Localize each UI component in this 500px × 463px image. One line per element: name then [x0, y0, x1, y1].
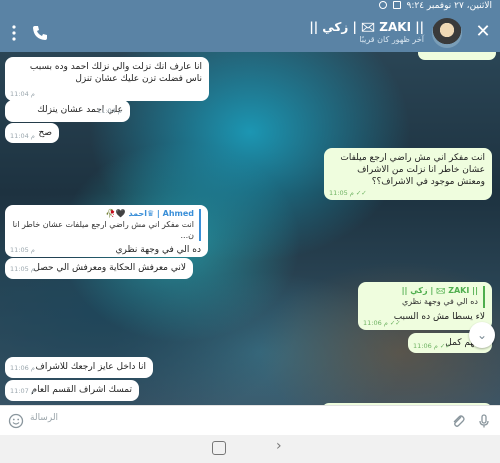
message-bubble-reply[interactable]: Ahmed | ♛احمد 🖤🥀 انت مفكر اني مش راضي ار…	[5, 205, 208, 257]
time-label: 11:05 م	[329, 189, 354, 198]
time-label: 11:06 م	[363, 319, 388, 328]
message-bubble-reply[interactable]: || ZAKI 🖂 | زكي || ده الي في وجهة نظري ل…	[358, 282, 492, 330]
mic-icon[interactable]	[476, 413, 492, 429]
message-bubble[interactable]: لاني معرفش الحكاية ومعرفش الي حصل 11:05 …	[5, 258, 193, 279]
double-check-icon: ✓✓	[439, 342, 451, 351]
attach-icon[interactable]	[450, 413, 466, 429]
message-composer: الرسالة	[0, 405, 500, 435]
status-date-time: الاثنين، ٢٧ نوفمبر ٩:٢٤	[406, 1, 492, 11]
home-square-icon[interactable]	[212, 441, 226, 455]
message-time: 11:07 م	[10, 387, 35, 396]
message-text: انا عارف انك نزلت والي نزلك احمد وده بسب…	[29, 62, 202, 85]
message-time: 11:05 م	[10, 246, 35, 255]
close-icon[interactable]: ✕	[472, 21, 494, 43]
quote-text: ده الي في وجهة نظري	[402, 296, 478, 306]
message-time: 11:05 م	[10, 265, 35, 274]
time-label: 11:06 م	[413, 342, 438, 351]
avatar[interactable]	[432, 18, 462, 48]
status-bar: الاثنين، ٢٧ نوفمبر ٩:٢٤	[0, 0, 500, 14]
notification-icon	[378, 1, 387, 9]
message-time: 11:04 م	[10, 132, 35, 141]
quote-author: Ahmed | ♛احمد 🖤🥀	[105, 209, 194, 218]
message-text: لاني معرفش الحكاية ومعرفش الي حصل	[33, 263, 186, 273]
phone-icon[interactable]	[30, 23, 50, 43]
chat-header: ✕ ‏|| ZAKI 🖂 | زكي || آخر ظهور كان قريبً…	[0, 14, 500, 52]
message-bubble[interactable]: تمسك اشراف القسم العام 11:07 م	[5, 380, 139, 401]
reply-quote[interactable]: Ahmed | ♛احمد 🖤🥀 انت مفكر اني مش راضي ار…	[12, 209, 201, 242]
chevron-right-icon[interactable]: ›	[276, 438, 282, 454]
message-input[interactable]: الرسالة	[30, 413, 430, 429]
chat-messages[interactable]: انا عارف انك نزلت والي نزلك احمد وده بسب…	[0, 52, 500, 405]
message-time: 11:06 م ✓✓	[363, 319, 401, 328]
emoji-icon[interactable]	[8, 413, 24, 429]
double-check-icon: ✓✓	[355, 189, 367, 198]
message-time: 11:06 م	[10, 364, 35, 373]
quote-author: || ZAKI 🖂 | زكي ||	[401, 286, 478, 295]
message-time: 11:04 م	[97, 107, 122, 116]
chevron-down-icon[interactable]: ⌄	[469, 322, 495, 348]
message-bubble[interactable]: انا داخل عايز ارجعك للاشراف 11:06 م	[5, 357, 153, 378]
message-time: 11:04 م	[10, 90, 35, 99]
last-seen-status: آخر ظهور كان قريبًا	[359, 35, 424, 44]
message-bubble[interactable]: صح 11:04 م	[5, 123, 59, 143]
status-right: الاثنين، ٢٧ نوفمبر ٩:٢٤	[378, 1, 492, 11]
message-bubble[interactable]: علي احمد عشان ينزلك 11:04 م	[5, 100, 130, 122]
message-text: انت مفكر اني مش راضي ارجع ميلفات عشان خا…	[340, 153, 485, 188]
reply-quote[interactable]: || ZAKI 🖂 | زكي || ده الي في وجهة نظري	[365, 286, 485, 308]
message-text: ده الي في وجهة نظري	[115, 245, 202, 256]
message-time: 11:06 م ✓✓	[413, 342, 451, 351]
quote-text: انت مفكر اني مش راضي ارجع ميلفات عشان خا…	[12, 219, 194, 240]
image-icon	[392, 1, 401, 9]
message-bubble[interactable]: انت مفكر اني مش راضي ارجع ميلفات عشان خا…	[324, 148, 492, 200]
message-bubble-partial-top	[418, 52, 496, 60]
message-bubble[interactable]: انا عارف انك نزلت والي نزلك احمد وده بسب…	[5, 57, 209, 101]
message-time: 11:05 م ✓✓	[329, 189, 367, 198]
more-vertical-icon[interactable]	[6, 23, 22, 43]
double-check-icon: ✓✓	[389, 319, 401, 328]
system-navbar: ›	[0, 435, 500, 463]
